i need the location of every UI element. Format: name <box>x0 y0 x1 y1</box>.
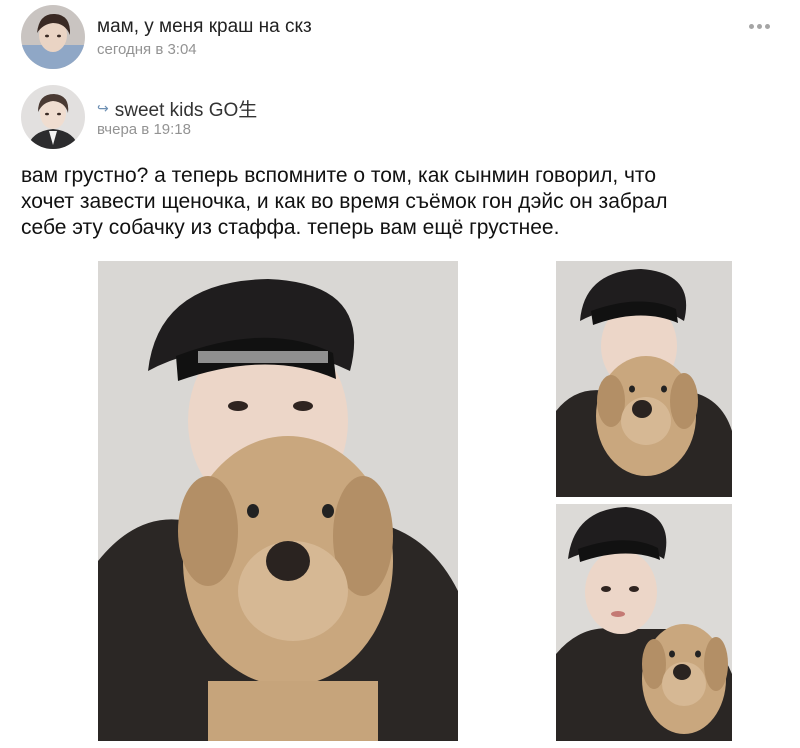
post-text: вам грустно? а теперь вспомните о том, к… <box>21 164 668 239</box>
post-title[interactable]: мам, у меня краш на скз <box>97 16 312 38</box>
more-dots-icon <box>749 23 754 29</box>
post-photo-3[interactable] <box>556 504 732 741</box>
more-options-button[interactable] <box>749 20 773 32</box>
repost-source[interactable]: ↪ sweet kids GO生 <box>97 95 257 122</box>
repost-source-name[interactable]: sweet kids GO生 <box>115 95 258 122</box>
author-avatar[interactable] <box>21 5 85 69</box>
repost-timestamp[interactable]: вчера в 19:18 <box>97 121 191 138</box>
more-dots-icon <box>757 23 762 29</box>
repost-source-avatar[interactable] <box>21 85 85 149</box>
more-dots-icon <box>765 23 770 29</box>
post-photo-main[interactable] <box>98 261 458 741</box>
repost-arrow-icon: ↪ <box>97 100 109 116</box>
post-photo-2[interactable] <box>556 261 732 497</box>
post-timestamp[interactable]: сегодня в 3:04 <box>97 41 197 58</box>
repost-header: ↪ sweet kids GO生 вчера в 19:18 <box>21 85 781 151</box>
post-header: мам, у меня краш на скз сегодня в 3:04 <box>21 4 781 70</box>
